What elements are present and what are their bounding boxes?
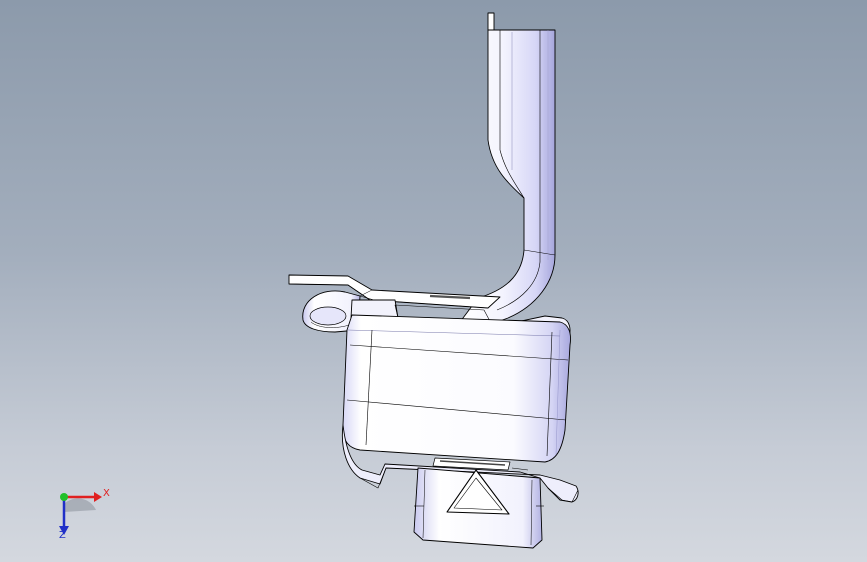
triad-plane-icon: [64, 498, 96, 512]
graphics-viewport[interactable]: X Z: [0, 0, 867, 562]
y-axis-dot-icon: [60, 493, 68, 501]
vertical-bracket-arm: [459, 12, 556, 327]
top-tab: [487, 12, 495, 31]
triad-graphic: [59, 492, 102, 535]
z-axis-label: Z: [59, 530, 66, 541]
coordinate-triad: X Z: [44, 480, 124, 550]
cad-part-model[interactable]: [0, 0, 867, 562]
x-axis-label: X: [103, 488, 110, 499]
arm-strip: [459, 29, 556, 327]
